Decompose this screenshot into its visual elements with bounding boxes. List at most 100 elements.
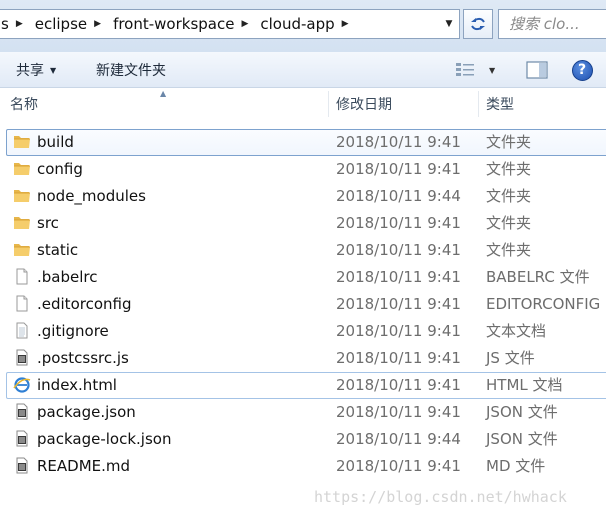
script-file-icon — [13, 403, 31, 420]
file-type: 文本文档 — [486, 322, 547, 340]
script-file-icon — [13, 349, 31, 366]
breadcrumb-item[interactable]: cloud-app — [254, 15, 339, 33]
file-row[interactable]: config 2018/10/11 9:41 文件夹 — [0, 155, 606, 182]
column-header-date[interactable]: 修改日期 — [336, 89, 392, 119]
file-row[interactable]: static 2018/10/11 9:41 文件夹 — [0, 236, 606, 263]
file-modified-date: 2018/10/11 9:41 — [336, 348, 461, 367]
column-divider[interactable] — [328, 91, 329, 117]
file-name[interactable]: README.md — [37, 457, 130, 475]
column-header-name[interactable]: 名称 — [10, 89, 38, 119]
breadcrumb-item[interactable]: front-workspace — [107, 15, 239, 33]
blank-file-icon — [13, 268, 31, 285]
file-type: MD 文件 — [486, 457, 546, 475]
command-toolbar: 共享 ▼ 新建文件夹 ▼ ? — [0, 52, 606, 88]
column-divider[interactable] — [478, 91, 479, 117]
file-type: JSON 文件 — [486, 430, 558, 448]
script-file-icon — [13, 430, 31, 447]
help-button[interactable]: ? — [571, 59, 593, 81]
blank-file-icon — [13, 295, 31, 312]
file-row[interactable]: README.md 2018/10/11 9:41 MD 文件 — [0, 452, 606, 479]
file-name[interactable]: .gitignore — [37, 322, 109, 340]
file-row[interactable]: build 2018/10/11 9:41 文件夹 — [0, 128, 606, 156]
file-row[interactable]: index.html 2018/10/11 9:41 HTML 文档 — [0, 371, 606, 399]
column-header-type[interactable]: 类型 — [486, 89, 514, 119]
refresh-button[interactable] — [463, 9, 493, 39]
file-row[interactable]: .postcssrc.js 2018/10/11 9:41 JS 文件 — [0, 344, 606, 371]
file-modified-date: 2018/10/11 9:41 — [336, 402, 461, 421]
folder-icon — [13, 160, 31, 177]
file-modified-date: 2018/10/11 9:41 — [336, 159, 461, 178]
file-modified-date: 2018/10/11 9:44 — [336, 186, 461, 205]
breadcrumb-item[interactable]: eclipse — [29, 15, 92, 33]
file-list: build 2018/10/11 9:41 文件夹 config 2018/10/11 … — [0, 128, 606, 479]
search-input[interactable] — [499, 10, 606, 38]
file-row[interactable]: .gitignore 2018/10/11 9:41 文本文档 — [0, 317, 606, 344]
preview-pane-icon — [526, 61, 548, 79]
breadcrumb: s ▶ eclipse ▶ front-workspace ▶ cloud-ap… — [0, 10, 355, 38]
file-row[interactable]: .editorconfig 2018/10/11 9:41 EDITORCONFIG… — [0, 290, 606, 317]
refresh-icon — [471, 17, 485, 31]
file-name[interactable]: index.html — [37, 376, 117, 394]
chevron-down-icon: ▼ — [50, 65, 57, 75]
folder-icon — [13, 187, 31, 204]
file-name[interactable]: package.json — [37, 403, 136, 421]
view-list-icon — [456, 63, 474, 76]
file-name[interactable]: .babelrc — [37, 268, 97, 286]
file-name[interactable]: .editorconfig — [37, 295, 131, 313]
file-name[interactable]: .postcssrc.js — [37, 349, 129, 367]
folder-icon — [13, 214, 31, 231]
file-type: JS 文件 — [486, 349, 535, 367]
file-modified-date: 2018/10/11 9:41 — [336, 240, 461, 259]
address-bar-row: s ▶ eclipse ▶ front-workspace ▶ cloud-ap… — [0, 0, 606, 52]
search-box[interactable] — [498, 9, 606, 39]
new-folder-button[interactable]: 新建文件夹 — [96, 59, 166, 81]
change-view-button[interactable]: ▼ — [455, 59, 505, 81]
file-name[interactable]: static — [37, 241, 78, 259]
file-type: JSON 文件 — [486, 403, 558, 421]
share-button[interactable]: 共享 ▼ — [16, 59, 56, 81]
address-history-dropdown-icon[interactable]: ▼ — [439, 10, 459, 38]
file-row[interactable]: src 2018/10/11 9:41 文件夹 — [0, 209, 606, 236]
sort-ascending-icon: ▲ — [160, 89, 167, 98]
file-type: 文件夹 — [486, 187, 532, 205]
file-modified-date: 2018/10/11 9:41 — [336, 375, 461, 394]
file-name[interactable]: config — [37, 160, 83, 178]
breadcrumb-item[interactable]: s — [0, 15, 14, 33]
breadcrumb-chevron-icon[interactable]: ▶ — [239, 19, 254, 29]
share-label: 共享 — [16, 63, 44, 79]
file-modified-date: 2018/10/11 9:41 — [336, 321, 461, 340]
folder-icon — [13, 133, 31, 150]
file-type: 文件夹 — [486, 160, 532, 178]
breadcrumb-chevron-icon[interactable]: ▶ — [340, 19, 355, 29]
file-row[interactable]: package-lock.json 2018/10/11 9:44 JSON 文件 — [0, 425, 606, 452]
help-icon: ? — [571, 59, 593, 81]
file-name[interactable]: node_modules — [37, 187, 146, 205]
file-name[interactable]: package-lock.json — [37, 430, 171, 448]
file-type: 文件夹 — [486, 241, 532, 259]
file-modified-date: 2018/10/11 9:41 — [336, 132, 461, 151]
file-row[interactable]: node_modules 2018/10/11 9:44 文件夹 — [0, 182, 606, 209]
file-row[interactable]: .babelrc 2018/10/11 9:41 BABELRC 文件 — [0, 263, 606, 290]
file-type: HTML 文档 — [486, 376, 563, 394]
new-folder-label: 新建文件夹 — [96, 63, 166, 79]
breadcrumb-chevron-icon[interactable]: ▶ — [92, 19, 107, 29]
file-modified-date: 2018/10/11 9:41 — [336, 267, 461, 286]
folder-icon — [13, 241, 31, 258]
address-bar[interactable]: s ▶ eclipse ▶ front-workspace ▶ cloud-ap… — [0, 9, 460, 39]
file-row[interactable]: package.json 2018/10/11 9:41 JSON 文件 — [0, 398, 606, 425]
breadcrumb-chevron-icon[interactable]: ▶ — [14, 19, 29, 29]
file-modified-date: 2018/10/11 9:41 — [336, 456, 461, 475]
file-modified-date: 2018/10/11 9:41 — [336, 213, 461, 232]
preview-pane-button[interactable] — [524, 59, 550, 81]
column-header-row: ▲ 名称 修改日期 类型 — [0, 89, 606, 119]
file-name[interactable]: src — [37, 214, 59, 232]
ie-html-icon — [13, 376, 31, 393]
file-modified-date: 2018/10/11 9:41 — [336, 294, 461, 313]
script-file-icon — [13, 457, 31, 474]
chevron-down-icon[interactable]: ▼ — [489, 66, 495, 75]
file-type: 文件夹 — [486, 133, 532, 151]
file-modified-date: 2018/10/11 9:44 — [336, 429, 461, 448]
file-type: 文件夹 — [486, 214, 532, 232]
text-file-icon — [13, 322, 31, 339]
file-name[interactable]: build — [37, 133, 74, 151]
